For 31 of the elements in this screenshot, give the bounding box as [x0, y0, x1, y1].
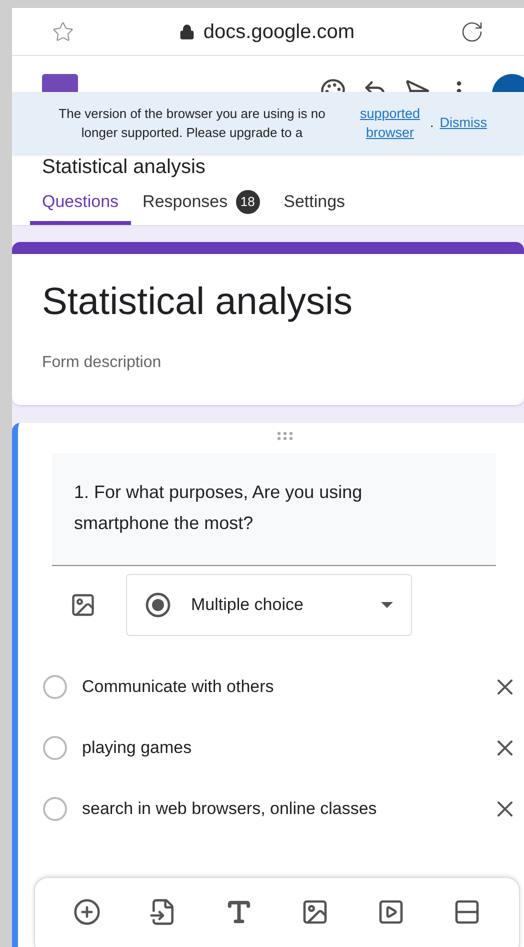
question-type-dropdown[interactable]: Multiple choice [126, 574, 412, 636]
radio-selected-icon [145, 592, 171, 618]
bookmark-star-icon[interactable] [52, 20, 74, 42]
form-title[interactable]: Statistical analysis [42, 274, 494, 331]
add-question-icon[interactable] [73, 898, 101, 926]
question-field[interactable]: 1. For what purposes, Are you using smartphone the most? [52, 453, 496, 566]
form-name: Statistical analysis [42, 156, 206, 178]
radio-icon [42, 796, 68, 822]
dropdown-caret-icon [381, 602, 393, 608]
add-title-icon[interactable] [225, 898, 253, 926]
reload-icon[interactable] [460, 20, 484, 44]
radio-icon [42, 734, 68, 760]
banner-message: The version of the browser you are using is no longer supported. Please upgrade to a [58, 105, 326, 142]
lock-icon [179, 24, 196, 40]
option-label[interactable]: search in web browsers, online classes [82, 796, 492, 822]
tab[interactable]: Settings [272, 182, 358, 225]
option-label[interactable]: playing games [82, 734, 492, 760]
add-section-icon[interactable] [453, 898, 481, 926]
form-description-field[interactable]: Form description [42, 351, 494, 375]
url-text[interactable]: docs.google.com [203, 16, 355, 46]
image-icon[interactable] [70, 592, 96, 618]
supported-browser-link[interactable]: supported browser [352, 104, 428, 142]
dismiss-link[interactable]: Dismiss [440, 112, 488, 134]
add-video-icon[interactable] [377, 898, 405, 926]
banner-separator: . [430, 114, 434, 132]
add-image-icon[interactable] [301, 898, 329, 926]
tab[interactable]: Responses 18 [130, 182, 272, 225]
option-label[interactable]: Communicate with others [82, 674, 492, 700]
response-count-badge: 18 [236, 190, 260, 214]
drag-handle-icon[interactable] [276, 431, 294, 441]
radio-icon [42, 674, 68, 700]
